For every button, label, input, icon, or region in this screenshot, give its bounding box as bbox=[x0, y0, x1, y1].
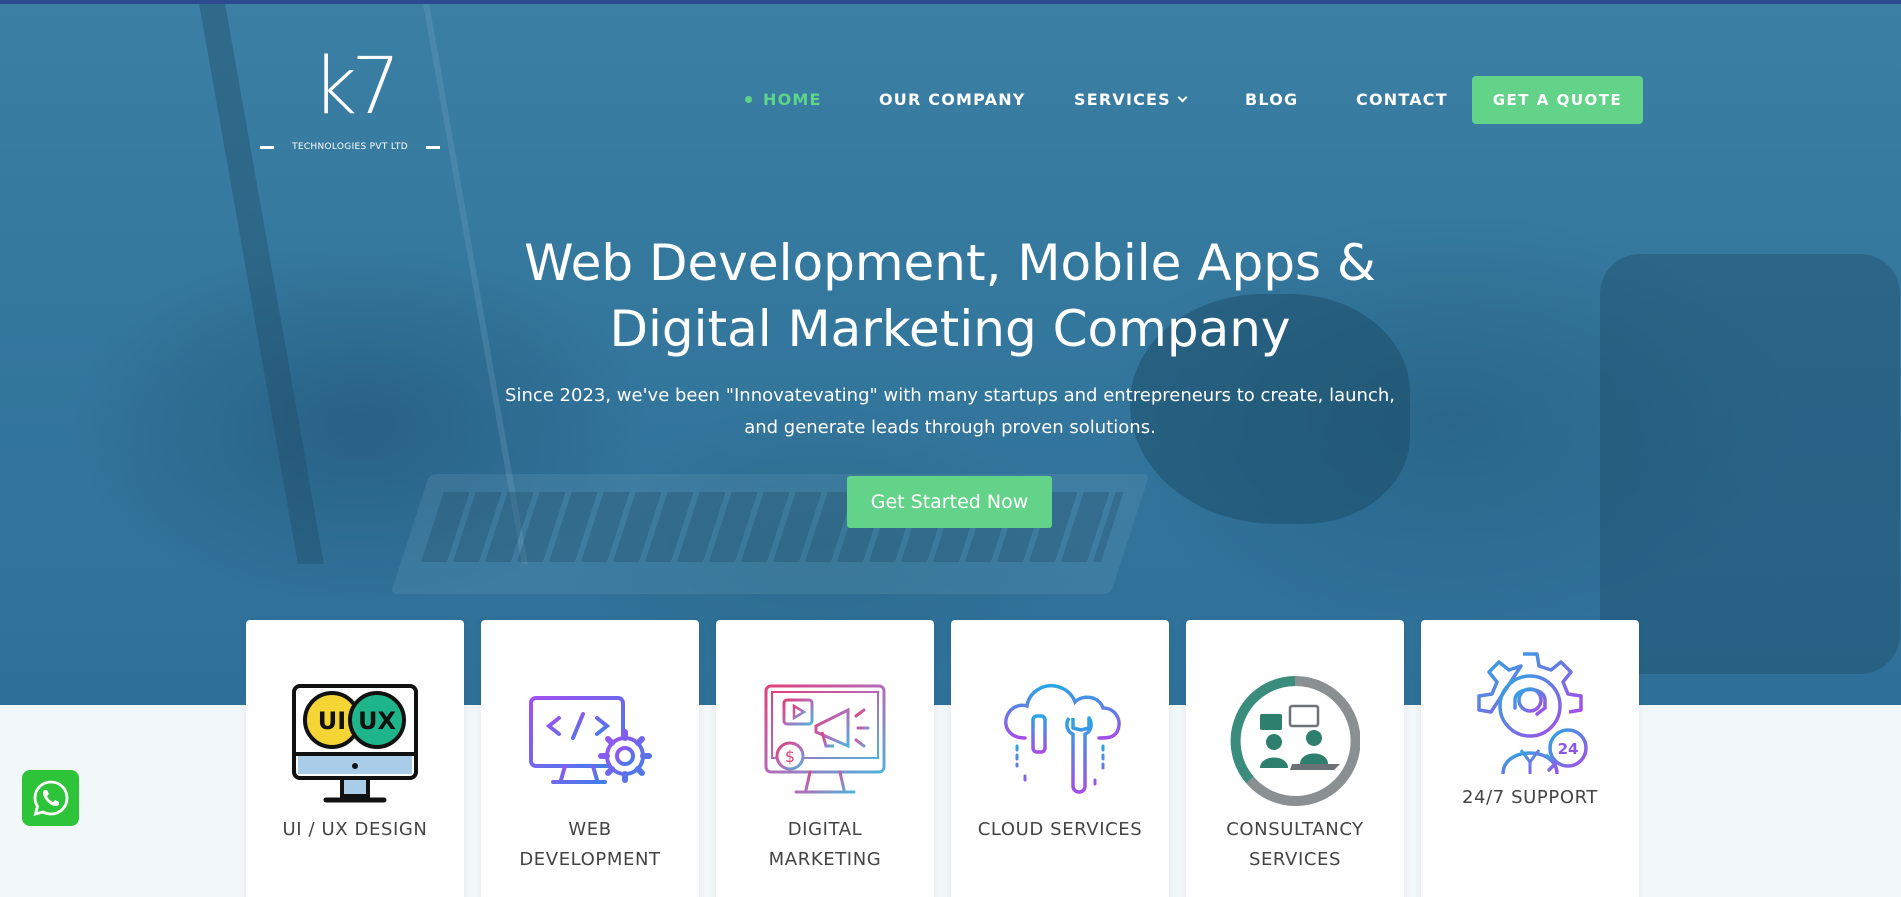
service-card-digital-marketing[interactable]: $ DIGITAL MARKETING bbox=[716, 620, 934, 897]
whatsapp-icon bbox=[33, 780, 68, 816]
whatsapp-button[interactable] bbox=[22, 770, 79, 826]
hero-subtitle-line-1: Since 2023, we've been "Innovatevating" … bbox=[505, 385, 1395, 406]
service-label-line-1: 24/7 SUPPORT bbox=[1461, 787, 1598, 808]
hero-section: k7 TECHNOLOGIES PVT LTD HOME OUR COMPANY… bbox=[0, 4, 1901, 705]
hero-title-line-1: Web Development, Mobile Apps & bbox=[524, 234, 1376, 292]
nav-services[interactable]: SERVICES bbox=[1074, 90, 1188, 109]
hero-title-line-2: Digital Marketing Company bbox=[609, 300, 1291, 358]
background-object bbox=[1600, 254, 1900, 674]
nav-our-company-label: OUR COMPANY bbox=[879, 90, 1026, 109]
nav-home[interactable]: HOME bbox=[745, 90, 822, 109]
service-label-line-1: UI / UX DESIGN bbox=[282, 819, 428, 840]
svg-text:UI: UI bbox=[318, 707, 346, 735]
logo-bar-left bbox=[260, 145, 274, 149]
nav-home-label: HOME bbox=[763, 90, 822, 109]
nav-blog[interactable]: BLOG bbox=[1245, 90, 1298, 109]
support-gear-headset-icon: 24 bbox=[1477, 652, 1588, 775]
active-dot-icon bbox=[745, 96, 752, 103]
ui-ux-monitor-icon: UI UX bbox=[292, 684, 418, 803]
service-label-line-2: DEVELOPMENT bbox=[519, 849, 661, 870]
logo-tagline: TECHNOLOGIES PVT LTD bbox=[292, 142, 408, 152]
hero-title: Web Development, Mobile Apps & Digital M… bbox=[350, 230, 1550, 362]
nav-contact[interactable]: CONTACT bbox=[1356, 90, 1448, 109]
nav-services-label: SERVICES bbox=[1074, 90, 1171, 109]
logo-tagline-row: TECHNOLOGIES PVT LTD bbox=[260, 142, 440, 152]
service-label-line-1: WEB bbox=[568, 819, 612, 840]
service-label-line-1: CONSULTANCY bbox=[1226, 819, 1364, 840]
service-card-ui-ux[interactable]: UI UX UI / UX DESIGN bbox=[246, 620, 464, 897]
svg-text:UX: UX bbox=[358, 707, 396, 735]
svg-text:24: 24 bbox=[1558, 740, 1579, 758]
service-card-consultancy[interactable]: CONSULTANCY SERVICES bbox=[1186, 620, 1404, 897]
nav-our-company[interactable]: OUR COMPANY bbox=[879, 90, 1026, 109]
service-card-web-development[interactable]: WEB DEVELOPMENT bbox=[481, 620, 699, 897]
get-a-quote-button[interactable]: GET A QUOTE bbox=[1472, 76, 1643, 124]
code-monitor-gear-icon bbox=[529, 696, 652, 784]
nav-contact-label: CONTACT bbox=[1356, 90, 1448, 109]
svg-text:$: $ bbox=[785, 747, 795, 766]
main-nav: HOME OUR COMPANY SERVICES BLOG CONTACT G… bbox=[0, 76, 1901, 126]
megaphone-monitor-icon: $ bbox=[764, 684, 886, 794]
service-label-line-1: DIGITAL bbox=[787, 819, 863, 840]
logo-bar-right bbox=[426, 145, 440, 149]
consultancy-meeting-icon bbox=[1230, 676, 1360, 806]
nav-blog-label: BLOG bbox=[1245, 90, 1299, 109]
get-started-button[interactable]: Get Started Now bbox=[847, 476, 1052, 528]
service-label-line-2: MARKETING bbox=[768, 849, 882, 870]
service-card-cloud[interactable]: CLOUD SERVICES bbox=[951, 620, 1169, 897]
hero-subtitle-line-2: and generate leads through proven soluti… bbox=[744, 417, 1156, 438]
cloud-tools-icon bbox=[1004, 683, 1121, 794]
hero-subtitle: Since 2023, we've been "Innovatevating" … bbox=[450, 380, 1450, 444]
service-label-line-1: CLOUD SERVICES bbox=[977, 819, 1143, 840]
service-label-line-2: SERVICES bbox=[1248, 849, 1342, 870]
service-card-support[interactable]: 24 24/7 SUPPORT bbox=[1421, 620, 1639, 897]
chevron-down-icon bbox=[1177, 92, 1188, 103]
